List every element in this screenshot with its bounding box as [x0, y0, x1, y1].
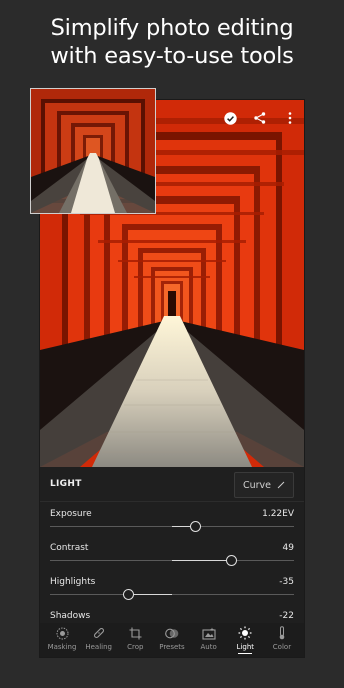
tool-auto[interactable]: Auto — [191, 623, 227, 657]
slider-label: Highlights — [50, 577, 96, 587]
slider-knob[interactable] — [190, 521, 202, 532]
slider-highlights[interactable]: Highlights -35 — [50, 577, 294, 607]
slider-label: Shadows — [50, 611, 91, 621]
tool-label: Light — [236, 643, 255, 651]
crop-icon — [127, 626, 143, 640]
tool-label: Presets — [159, 643, 185, 651]
share-icon[interactable] — [252, 110, 268, 126]
slider-knob[interactable] — [123, 589, 135, 600]
auto-icon — [201, 626, 217, 640]
curve-label: Curve — [242, 479, 272, 491]
tool-label: Auto — [200, 643, 217, 651]
tool-healing[interactable]: Healing — [81, 623, 117, 657]
slider-value: 1.22EV — [262, 509, 294, 519]
more-vertical-icon[interactable] — [282, 110, 298, 126]
slider-exposure[interactable]: Exposure 1.22EV — [50, 509, 294, 539]
slider-value: -22 — [279, 611, 294, 621]
light-panel-header: LIGHT Curve — [40, 467, 304, 502]
check-circle-icon[interactable] — [222, 110, 238, 126]
tool-label: Color — [272, 643, 292, 651]
tool-light[interactable]: Light — [227, 623, 263, 657]
masking-icon — [54, 626, 70, 640]
tool-label: Crop — [127, 643, 144, 651]
headline-line-2: with easy-to-use tools — [50, 43, 294, 69]
slider-value: 49 — [282, 543, 294, 553]
curve-button[interactable]: Curve — [234, 472, 294, 498]
tool-label: Masking — [47, 643, 77, 651]
slider-knob[interactable] — [225, 555, 237, 566]
photo-top-icons — [222, 110, 298, 126]
slider-contrast[interactable]: Contrast 49 — [50, 543, 294, 573]
panel-title: LIGHT — [50, 479, 82, 489]
headline-line-1: Simplify photo editing — [50, 15, 294, 41]
tool-masking[interactable]: Masking — [44, 623, 80, 657]
slider-fill — [129, 594, 172, 595]
before-thumbnail-photo — [31, 89, 155, 213]
tool-presets[interactable]: Presets — [154, 623, 190, 657]
bottom-toolbar: Masking Healing Crop Presets Auto Light Color — [40, 623, 304, 657]
slider-label: Contrast — [50, 543, 89, 553]
slider-label: Exposure — [50, 509, 92, 519]
tool-crop[interactable]: Crop — [117, 623, 153, 657]
sun-icon — [237, 626, 253, 640]
slider-value: -35 — [279, 577, 294, 587]
tool-label: Healing — [85, 643, 112, 651]
slider-track[interactable] — [50, 594, 294, 595]
curve-icon — [277, 481, 285, 489]
presets-icon — [164, 626, 180, 640]
slider-fill — [172, 560, 232, 561]
bandage-icon — [91, 626, 107, 640]
thermometer-icon — [274, 626, 290, 640]
before-thumbnail[interactable] — [30, 88, 156, 214]
headline: Simplify photo editing with easy-to-use … — [0, 14, 344, 70]
tool-color[interactable]: Color — [264, 623, 300, 657]
